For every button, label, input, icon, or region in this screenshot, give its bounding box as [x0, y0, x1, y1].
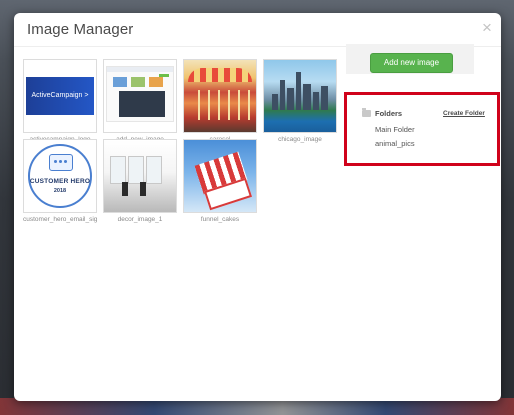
- image-tile[interactable]: decor_image_1: [103, 139, 177, 223]
- image-tile[interactable]: ActiveCampaign > activecampaign_logo: [23, 59, 97, 143]
- funnel-cakes-photo: [184, 140, 256, 212]
- image-caption: funnel_cakes: [200, 216, 240, 223]
- add-new-image-screenshot: [106, 66, 174, 122]
- image-caption: decor_image_1: [117, 216, 163, 223]
- folder-icon: [362, 108, 371, 117]
- customer-hero-badge: CUSTOMER HERO 2018: [26, 142, 94, 210]
- image-thumbnail[interactable]: [103, 59, 177, 133]
- badge-year: 2018: [53, 188, 67, 194]
- image-tile[interactable]: carosel: [183, 59, 257, 143]
- image-caption: chicago_image: [278, 136, 322, 143]
- modal-title: Image Manager: [27, 21, 134, 38]
- chicago-skyline-photo: [264, 60, 336, 132]
- close-icon[interactable]: ×: [479, 19, 495, 37]
- image-tile[interactable]: funnel_cakes: [183, 139, 257, 223]
- image-thumbnail[interactable]: [103, 139, 177, 213]
- activecampaign-logo-image: ActiveCampaign >: [26, 77, 94, 115]
- chat-bubble-icon: [49, 154, 73, 171]
- folder-item-animal-pics[interactable]: animal_pics: [375, 139, 415, 148]
- folders-heading: Folders: [375, 109, 403, 118]
- image-thumbnail[interactable]: CUSTOMER HERO 2018: [23, 139, 97, 213]
- image-thumbnail[interactable]: [263, 59, 337, 133]
- image-caption: customer_hero_email_sig: [23, 216, 97, 223]
- folders-highlight-box: [344, 92, 500, 166]
- image-thumbnail[interactable]: [183, 59, 257, 133]
- decor-interior-photo: [104, 140, 176, 212]
- image-thumbnail[interactable]: ActiveCampaign >: [23, 59, 97, 133]
- badge-title: CUSTOMER HERO: [29, 178, 91, 185]
- folder-item-main-folder[interactable]: Main Folder: [375, 125, 415, 134]
- image-tile[interactable]: add_new_image: [103, 59, 177, 143]
- image-tile[interactable]: CUSTOMER HERO 2018 customer_hero_email_s…: [23, 139, 97, 223]
- image-tile[interactable]: chicago_image: [263, 59, 337, 143]
- create-folder-link[interactable]: Create Folder: [443, 110, 485, 117]
- add-new-image-button[interactable]: Add new image: [370, 53, 453, 73]
- image-thumbnail[interactable]: [183, 139, 257, 213]
- carousel-photo: [184, 60, 256, 132]
